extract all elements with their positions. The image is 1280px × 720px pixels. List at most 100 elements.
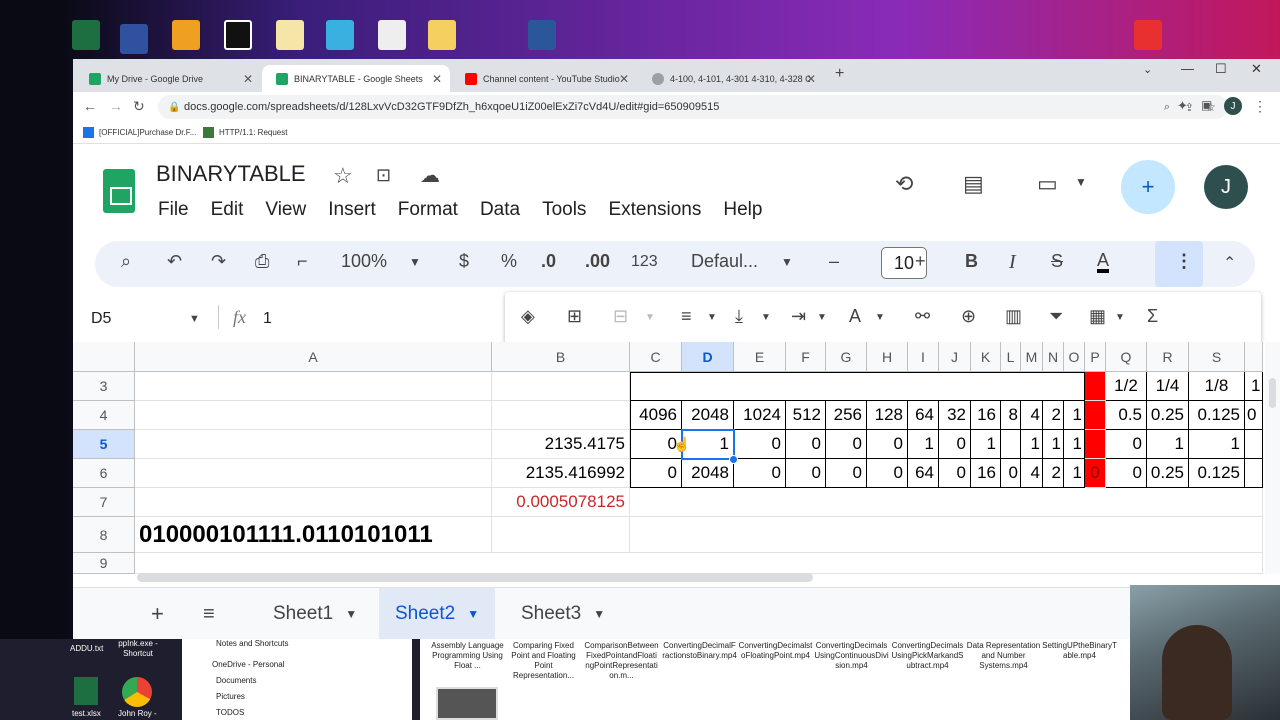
col-header-j[interactable]: J <box>939 342 971 372</box>
document-icon[interactable] <box>378 20 406 50</box>
cell-o5[interactable]: 1 <box>1064 430 1085 459</box>
cell-c7-row[interactable] <box>630 488 1263 517</box>
cell-m4[interactable]: 4 <box>1021 401 1043 430</box>
cell-b6[interactable]: 2135.416992 <box>492 459 630 488</box>
vertical-align-icon[interactable]: ⤓ <box>735 306 743 327</box>
cell-e5[interactable]: 0 <box>734 430 786 459</box>
text-rotation-icon[interactable]: A <box>849 306 861 327</box>
zoom-icon[interactable]: ⌕ <box>1164 101 1170 114</box>
chevron-down-icon[interactable]: ▼ <box>875 312 885 323</box>
text-wrapping-icon[interactable]: ⇥ <box>791 306 806 327</box>
file-item[interactable]: ConvertingDecimalstoFloatingPoint.mp4 <box>738 641 813 661</box>
chevron-down-icon[interactable]: ▼ <box>1115 312 1125 323</box>
cell-a6[interactable] <box>135 459 492 488</box>
row-header-9[interactable]: 9 <box>73 553 135 574</box>
cell-s6[interactable]: 0.125 <box>1189 459 1245 488</box>
cell-t5[interactable] <box>1245 430 1263 459</box>
cell-h5[interactable]: 0 <box>867 430 908 459</box>
cell-j6[interactable]: 0 <box>939 459 971 488</box>
close-icon[interactable]: ✕ <box>619 72 629 86</box>
file-icon[interactable] <box>276 20 304 50</box>
menu-edit[interactable]: Edit <box>211 199 244 221</box>
menu-format[interactable]: Format <box>398 199 458 221</box>
star-icon[interactable]: ☆ <box>333 163 353 189</box>
cell-t3[interactable]: 1 <box>1245 372 1263 401</box>
row-header-3[interactable]: 3 <box>73 372 135 401</box>
cell-n6[interactable]: 2 <box>1043 459 1064 488</box>
cell-r6[interactable]: 0.25 <box>1147 459 1189 488</box>
chevron-down-icon[interactable]: ⌄ <box>1143 63 1152 76</box>
italic-button[interactable]: I <box>1009 251 1016 274</box>
tab-sheet1[interactable]: Sheet1 ▼ <box>257 588 373 640</box>
print-icon[interactable]: ⎙ <box>255 251 269 272</box>
name-box[interactable]: D5 <box>91 310 111 328</box>
more-options-button[interactable]: ⋮ <box>1155 241 1203 287</box>
nav-item[interactable]: Documents <box>216 676 256 685</box>
row-header-7[interactable]: 7 <box>73 488 135 517</box>
nav-item-onedrive[interactable]: OneDrive - Personal <box>212 660 284 669</box>
cell-b5[interactable]: 2135.4175 <box>492 430 630 459</box>
col-header-r[interactable]: R <box>1147 342 1189 372</box>
cell-g4[interactable]: 256 <box>826 401 867 430</box>
cell-l4[interactable]: 8 <box>1001 401 1021 430</box>
borders-icon[interactable]: ⊞ <box>567 306 582 327</box>
cell-p6[interactable]: 0 <box>1085 459 1106 488</box>
cell-g6[interactable]: 0 <box>826 459 867 488</box>
chevron-down-icon[interactable]: ▼ <box>761 312 771 323</box>
word-icon[interactable] <box>528 20 556 50</box>
cell-m5[interactable]: 1 <box>1021 430 1043 459</box>
horizontal-align-icon[interactable]: ≡ <box>681 306 692 327</box>
minimize-button[interactable]: — <box>1181 61 1194 76</box>
font-family-select[interactable]: Defaul... <box>691 251 758 272</box>
text-color-icon[interactable]: A <box>1097 251 1110 273</box>
cell-k5[interactable]: 1 <box>971 430 1001 459</box>
row-header-4[interactable]: 4 <box>73 401 135 430</box>
close-icon[interactable]: ✕ <box>243 72 253 86</box>
cell-r3[interactable]: 1/4 <box>1147 372 1189 401</box>
insert-chart-icon[interactable]: ▥ <box>1005 306 1022 327</box>
cell-p4[interactable] <box>1085 401 1106 430</box>
chevron-down-icon[interactable]: ▼ <box>781 255 793 269</box>
col-header-q[interactable]: Q <box>1106 342 1147 372</box>
cell-n4[interactable]: 2 <box>1043 401 1064 430</box>
col-header-b[interactable]: B <box>492 342 630 372</box>
cell-q5[interactable]: 0 <box>1106 430 1147 459</box>
col-header-e[interactable]: E <box>734 342 786 372</box>
cell-f6[interactable]: 0 <box>786 459 826 488</box>
cell-g5[interactable]: 0 <box>826 430 867 459</box>
cell-a7[interactable] <box>135 488 492 517</box>
menu-file[interactable]: File <box>158 199 189 221</box>
forward-icon[interactable]: → <box>109 98 123 114</box>
currency-button[interactable]: $ <box>459 251 469 272</box>
menu-data[interactable]: Data <box>480 199 520 221</box>
col-header-g[interactable]: G <box>826 342 867 372</box>
col-header-l[interactable]: L <box>1001 342 1021 372</box>
nav-item[interactable]: TODOS <box>216 708 244 717</box>
cell-r4[interactable]: 0.25 <box>1147 401 1189 430</box>
fox-icon[interactable] <box>172 20 200 50</box>
menu-extensions[interactable]: Extensions <box>608 199 701 221</box>
col-header-c[interactable]: C <box>630 342 682 372</box>
cell-d6[interactable]: 2048 <box>682 459 734 488</box>
menu-view[interactable]: View <box>265 199 306 221</box>
chevron-down-icon[interactable]: ▼ <box>593 607 605 621</box>
cell-k6[interactable]: 16 <box>971 459 1001 488</box>
formula-input[interactable]: 1 <box>263 310 272 328</box>
chevron-down-icon[interactable]: ▼ <box>345 607 357 621</box>
cell-t6[interactable] <box>1245 459 1263 488</box>
cell-p3[interactable] <box>1085 372 1106 401</box>
cell-b7[interactable]: 0.0005078125 <box>492 488 630 517</box>
redo-icon[interactable]: ↷ <box>211 251 226 272</box>
nav-item[interactable]: Notes and Shortcuts <box>216 639 288 648</box>
scroll-thumb[interactable] <box>1269 378 1276 408</box>
row-header-5[interactable]: 5 <box>73 430 135 459</box>
meet-icon[interactable]: ▭ <box>1037 171 1058 197</box>
history-icon[interactable]: ⟲ <box>895 171 913 197</box>
tab-sheet3[interactable]: Sheet3 ▼ <box>505 588 621 640</box>
cell-j4[interactable]: 32 <box>939 401 971 430</box>
excel-icon[interactable] <box>74 677 98 705</box>
chevron-down-icon[interactable]: ▼ <box>1075 175 1087 189</box>
cell-r5[interactable]: 1 <box>1147 430 1189 459</box>
cell-q4[interactable]: 0.5 <box>1106 401 1147 430</box>
cell-h4[interactable]: 128 <box>867 401 908 430</box>
